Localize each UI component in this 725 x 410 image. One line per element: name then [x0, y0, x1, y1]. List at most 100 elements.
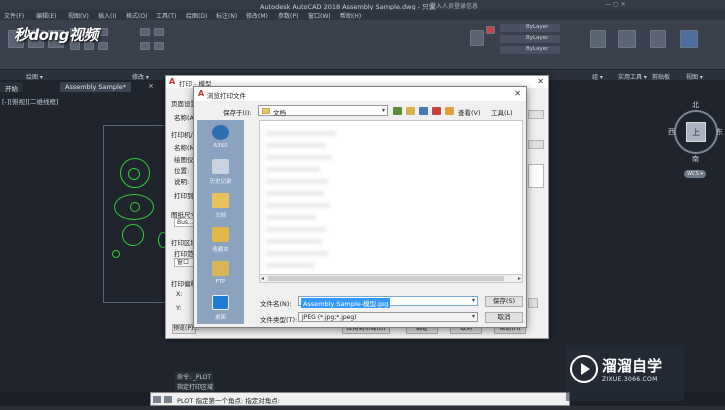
plot-range-select[interactable]: 窗口 [174, 258, 194, 267]
panel-draw[interactable]: 绘图 ▾ [26, 72, 43, 81]
menu-dim[interactable]: 标注(N) [216, 11, 237, 20]
location-label: 位置: [174, 167, 190, 175]
file-list[interactable] [259, 120, 523, 283]
up-folder-icon[interactable] [406, 107, 415, 115]
menu-draw[interactable]: 绘图(D) [186, 11, 207, 20]
measure-icon[interactable] [618, 30, 636, 48]
panel-view[interactable]: 视图 ▾ [686, 72, 703, 81]
menu-help[interactable]: 帮助(H) [340, 11, 361, 20]
menu-insert[interactable]: 插入(I) [98, 11, 116, 20]
array-icon[interactable] [140, 42, 150, 50]
group-icon[interactable] [590, 30, 606, 48]
chevron-down-icon: ▾ [381, 107, 385, 114]
file-type-value: JPEG (*.jpg;*.jpeg) [302, 314, 357, 321]
paper-size-select[interactable]: Bus... [174, 218, 194, 227]
description-label: 说明: [174, 178, 190, 186]
scale-icon[interactable] [154, 28, 164, 36]
save-button[interactable]: 保存(S) [485, 296, 523, 307]
trim-icon[interactable] [98, 28, 108, 36]
color-select[interactable]: ByLayer [500, 24, 560, 32]
horizontal-scrollbar[interactable]: ◂ ▸ [259, 274, 523, 283]
wcs-menu[interactable]: WCS ▾ [684, 170, 706, 178]
scroll-left-icon[interactable]: ◂ [261, 275, 264, 282]
browse-dialog-title: 浏览打印文件 [207, 92, 246, 100]
command-history: 命令: _PLOT 指定打印区域 [175, 372, 295, 392]
tools-menu[interactable]: 工具(L) [491, 107, 513, 117]
viewport-controls[interactable]: [-][俯视][二维线框] [2, 96, 59, 106]
erase-icon[interactable] [154, 42, 164, 50]
panel-clipboard[interactable]: 剪贴板 [652, 72, 670, 81]
search-web-icon[interactable] [419, 107, 428, 115]
place-favorites[interactable]: 收藏夹 [197, 224, 244, 258]
new-folder-icon[interactable] [445, 107, 454, 115]
save-in-label: 保存于(I): [223, 109, 252, 117]
menu-window[interactable]: 窗口(W) [308, 11, 331, 20]
close-icon[interactable]: ✕ [537, 77, 544, 86]
close-icon[interactable]: ✕ [514, 89, 521, 98]
place-label: A360 [213, 143, 228, 149]
play-icon [570, 355, 598, 383]
chevron-down-icon[interactable]: ▾ [472, 297, 475, 304]
command-line[interactable]: PLOT 指定第一个角点: 指定对角点: [150, 392, 570, 406]
place-history[interactable]: 历史记录 [197, 156, 244, 190]
match-properties-icon[interactable] [470, 30, 484, 46]
place-label: 历史记录 [209, 179, 232, 185]
save-in-select[interactable]: 文档 ▾ [258, 105, 388, 117]
views-menu[interactable]: 查看(V) [458, 107, 481, 117]
scroll-thumb[interactable] [268, 276, 504, 281]
color-swatch-icon[interactable] [486, 26, 495, 34]
cancel-button[interactable]: 取消 [485, 312, 523, 323]
tab-close-icon[interactable]: × [148, 82, 154, 90]
menu-modify[interactable]: 修改(M) [246, 11, 268, 20]
autocad-icon: A [198, 89, 205, 98]
place-label: 收藏夹 [212, 247, 229, 253]
tab-start[interactable]: 开始 [0, 82, 23, 93]
customize-icon[interactable] [164, 396, 172, 403]
cube-top-face[interactable]: 上 [686, 122, 706, 142]
paper-preview [528, 164, 544, 188]
tab-label: Assembly Sample* [65, 83, 127, 91]
file-name-label: 文件名(N): [260, 300, 292, 308]
panel-group[interactable]: 组 ▾ [592, 72, 603, 81]
stretch-icon[interactable] [140, 28, 150, 36]
view-cube[interactable]: 北 上 西 东 南 WCS ▾ [668, 100, 724, 180]
place-ftp[interactable]: FTP [197, 258, 244, 292]
signin-label[interactable]: 登入人员登录信息 [430, 1, 478, 10]
fillet-icon[interactable] [98, 42, 108, 50]
paste-icon[interactable] [650, 30, 666, 48]
tab-assembly-sample[interactable]: Assembly Sample* [60, 82, 132, 92]
menu-file[interactable]: 文件(F) [4, 11, 24, 20]
expand-icon[interactable] [528, 298, 538, 308]
menu-edit[interactable]: 编辑(E) [36, 11, 56, 20]
compass-south[interactable]: 南 [692, 154, 699, 164]
window-controls[interactable]: — ▢ ✕ [605, 1, 626, 8]
menu-format[interactable]: 格式(O) [126, 11, 147, 20]
scroll-right-icon[interactable]: ▸ [518, 275, 521, 282]
offset-x-label: X: [176, 290, 183, 298]
place-desktop[interactable]: 桌面 [197, 292, 244, 326]
status-bar [0, 406, 725, 410]
compass-east[interactable]: 东 [716, 127, 723, 137]
place-documents[interactable]: 文档 [197, 190, 244, 224]
menu-view[interactable]: 视图(V) [68, 11, 89, 20]
compass-north[interactable]: 北 [692, 100, 699, 110]
place-a360[interactable]: A360 [197, 122, 244, 156]
panel-utilities[interactable]: 实用工具 ▾ [618, 72, 647, 81]
delete-icon[interactable] [432, 107, 441, 115]
properties-button[interactable] [528, 140, 544, 149]
compass-west[interactable]: 西 [668, 127, 675, 137]
linetype-select[interactable]: ByLayer [500, 35, 560, 43]
command-history-line: 命令: _PLOT [175, 372, 214, 381]
file-name-input[interactable]: Assembly Sample-模型.jpg ▾ [298, 296, 478, 308]
menu-param[interactable]: 参数(P) [278, 11, 298, 20]
watermark-logo-topleft: 秒dong视频 [14, 26, 98, 44]
lineweight-select[interactable]: ByLayer [500, 46, 560, 54]
close-icon[interactable] [153, 396, 161, 403]
page-setup-add-button[interactable] [528, 110, 544, 119]
a360-icon [212, 125, 229, 140]
menu-tools[interactable]: 工具(T) [156, 11, 176, 20]
base-view-icon[interactable] [680, 30, 698, 48]
back-icon[interactable] [393, 107, 402, 115]
panel-modify[interactable]: 修改 ▾ [132, 72, 149, 81]
file-type-select[interactable]: JPEG (*.jpg;*.jpeg) ▾ [298, 312, 478, 322]
